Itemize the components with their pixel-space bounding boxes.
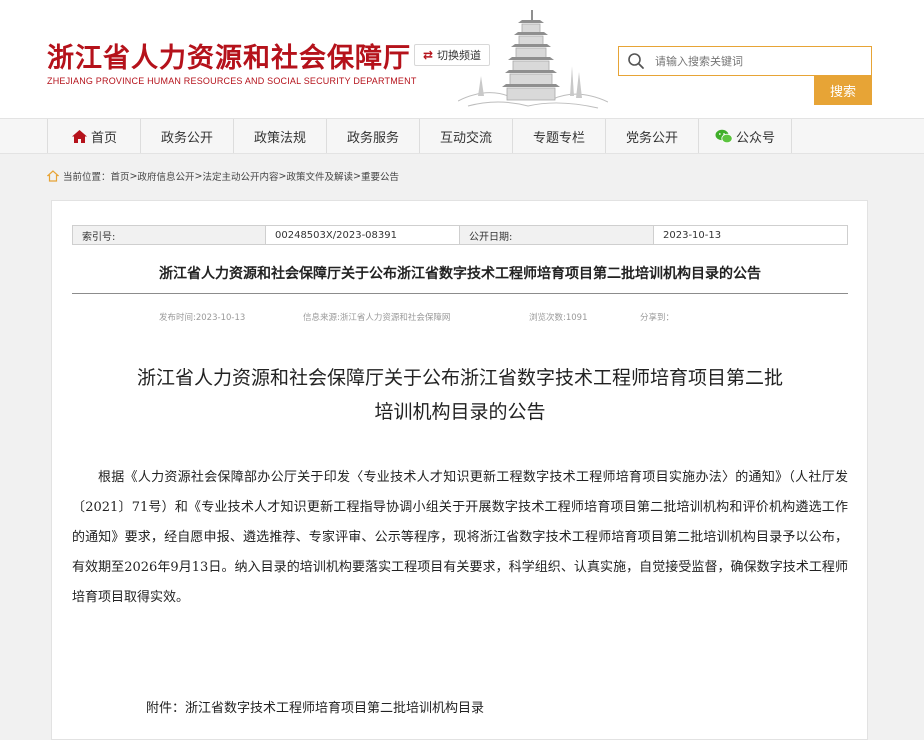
nav-item-label: 政务服务 (346, 130, 399, 146)
home-icon (71, 129, 87, 143)
breadcrumb-link[interactable]: 重要公告 (361, 169, 399, 183)
index-label: 索引号: (73, 226, 266, 244)
nav-item-label: 公众号 (735, 130, 775, 146)
nav-item-label: 政务公开 (160, 130, 213, 146)
search-input[interactable] (655, 51, 865, 71)
article-container: 索引号: 00248503X/2023-08391 公开日期: 2023-10-… (51, 200, 868, 740)
pagoda-illustration (458, 10, 608, 109)
nav-item-label: 互动交流 (439, 130, 492, 146)
nav-item-label: 专题专栏 (532, 130, 585, 146)
breadcrumb-link[interactable]: 政府信息公开 (138, 169, 195, 183)
site-header: 浙江省人力资源和社会保障厅 ZHEJIANG PROVINCE HUMAN RE… (0, 0, 924, 118)
nav-item-policies[interactable]: 政策法规 (234, 119, 327, 153)
article-title-line: 浙江省人力资源和社会保障厅关于公布浙江省数字技术工程师培育项目第二批 (136, 367, 783, 389)
share-label[interactable]: 分享到： (640, 311, 674, 323)
main-nav: 首页 政务公开 政策法规 政务服务 互动交流 专题专栏 党务公开 公众号 (0, 118, 924, 154)
breadcrumb-link[interactable]: 法定主动公开内容 (202, 169, 278, 183)
view-count: 浏览次数:1091 (529, 313, 588, 323)
breadcrumb-link[interactable]: 首页 (111, 169, 130, 183)
meta-table: 索引号: 00248503X/2023-08391 公开日期: 2023-10-… (72, 225, 848, 245)
site-logo-subtitle: ZHEJIANG PROVINCE HUMAN RESOURCES AND SO… (47, 76, 417, 86)
breadcrumb-separator: > (352, 170, 361, 182)
article-title-line: 培训机构目录的公告 (374, 401, 546, 423)
nav-item-services[interactable]: 政务服务 (327, 119, 420, 153)
site-logo-title[interactable]: 浙江省人力资源和社会保障厅 (47, 36, 411, 75)
breadcrumb-separator: > (194, 170, 203, 182)
search-box (618, 46, 872, 76)
date-value: 2023-10-13 (663, 229, 722, 241)
nav-item-party-affairs[interactable]: 党务公开 (606, 119, 699, 153)
nav-item-label: 党务公开 (625, 130, 678, 146)
breadcrumb-prefix: 当前位置： (63, 172, 111, 183)
nav-item-home[interactable]: 首页 (48, 119, 141, 153)
wechat-icon (715, 129, 733, 143)
publish-time: 发布时间:2023-10-13 (159, 313, 246, 323)
date-label: 公开日期: (460, 226, 654, 244)
home-icon (47, 170, 59, 182)
search-icon (628, 53, 644, 69)
breadcrumb-link[interactable]: 政策文件及解读 (286, 169, 353, 183)
nav-item-topics[interactable]: 专题专栏 (513, 119, 606, 153)
breadcrumb-separator: > (278, 170, 287, 182)
body-paragraph: 根据《人力资源社会保障部办公厅关于印发〈专业技术人才知识更新工程数字技术工程师培… (72, 470, 848, 605)
divider (72, 293, 848, 294)
article-title: 浙江省人力资源和社会保障厅关于公布浙江省数字技术工程师培育项目第二批 培训机构目… (72, 361, 848, 429)
article-body: 根据《人力资源社会保障部办公厅关于印发〈专业技术人才知识更新工程数字技术工程师培… (72, 463, 848, 613)
attachment-link[interactable]: 附件：浙江省数字技术工程师培育项目第二批培训机构目录 (146, 697, 484, 716)
nav-item-interaction[interactable]: 互动交流 (420, 119, 513, 153)
nav-item-label: 首页 (90, 130, 117, 146)
shuffle-icon: ⇄ (422, 48, 434, 62)
nav-item-label: 政策法规 (253, 130, 306, 146)
search-button[interactable]: 搜索 (814, 75, 872, 105)
index-value: 00248503X/2023-08391 (266, 226, 460, 244)
breadcrumb: 当前位置： 首页 > 政府信息公开 > 法定主动公开内容 > 政策文件及解读 >… (47, 168, 399, 184)
info-source: 信息来源:浙江省人力资源和社会保障网 (303, 313, 451, 323)
article-short-title: 浙江省人力资源和社会保障厅关于公布浙江省数字技术工程师培育项目第二批培训机构目录… (159, 266, 761, 282)
nav-item-wechat[interactable]: 公众号 (699, 119, 792, 153)
nav-item-gov-affairs[interactable]: 政务公开 (141, 119, 234, 153)
breadcrumb-separator: > (129, 170, 138, 182)
